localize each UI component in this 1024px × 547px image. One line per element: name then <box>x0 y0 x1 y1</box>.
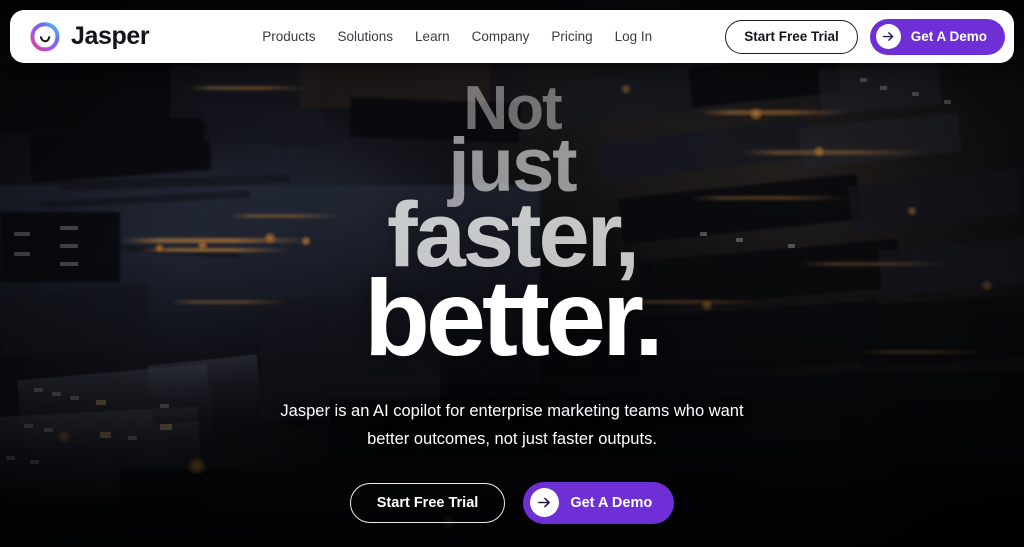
brand-name: Jasper <box>71 22 150 50</box>
jasper-landing-page: Jasper Products Solutions Learn Company … <box>0 0 1024 547</box>
nav-item-log-in[interactable]: Log In <box>615 29 653 44</box>
nav-item-company[interactable]: Company <box>472 29 530 44</box>
nav-item-learn[interactable]: Learn <box>415 29 450 44</box>
hero-actions: Start Free Trial Get A Demo <box>349 481 675 524</box>
hero-section: Not just faster, better. Jasper is an AI… <box>0 0 1024 547</box>
nav-item-pricing[interactable]: Pricing <box>551 29 592 44</box>
header-get-a-demo-label: Get A Demo <box>910 29 987 44</box>
header-actions: Start Free Trial Get A Demo <box>725 18 1005 55</box>
hero-subheading: Jasper is an AI copilot for enterprise m… <box>280 397 743 454</box>
brand-logo[interactable]: Jasper <box>30 21 150 52</box>
hero-get-a-demo-label: Get A Demo <box>570 494 653 511</box>
hero-headline: Not just faster, better. <box>364 77 664 371</box>
headline-line-3: faster, <box>386 183 640 286</box>
main-nav: Products Solutions Learn Company Pricing… <box>262 29 652 44</box>
hero-subheading-line-1: Jasper is an AI copilot for enterprise m… <box>280 401 744 420</box>
hero-subheading-line-2: better outcomes, not just faster outputs… <box>367 430 657 449</box>
jasper-smiley-orb-icon <box>30 21 60 52</box>
header-start-free-trial-button[interactable]: Start Free Trial <box>725 19 858 54</box>
site-header: Jasper Products Solutions Learn Company … <box>10 10 1014 63</box>
nav-item-solutions[interactable]: Solutions <box>338 29 394 44</box>
hero-start-free-trial-button[interactable]: Start Free Trial <box>349 482 506 523</box>
header-get-a-demo-button[interactable]: Get A Demo <box>869 18 1005 55</box>
arrow-right-icon <box>530 488 560 518</box>
arrow-right-icon <box>875 24 901 49</box>
hero-get-a-demo-button[interactable]: Get A Demo <box>523 481 675 524</box>
nav-item-products[interactable]: Products <box>262 29 315 44</box>
